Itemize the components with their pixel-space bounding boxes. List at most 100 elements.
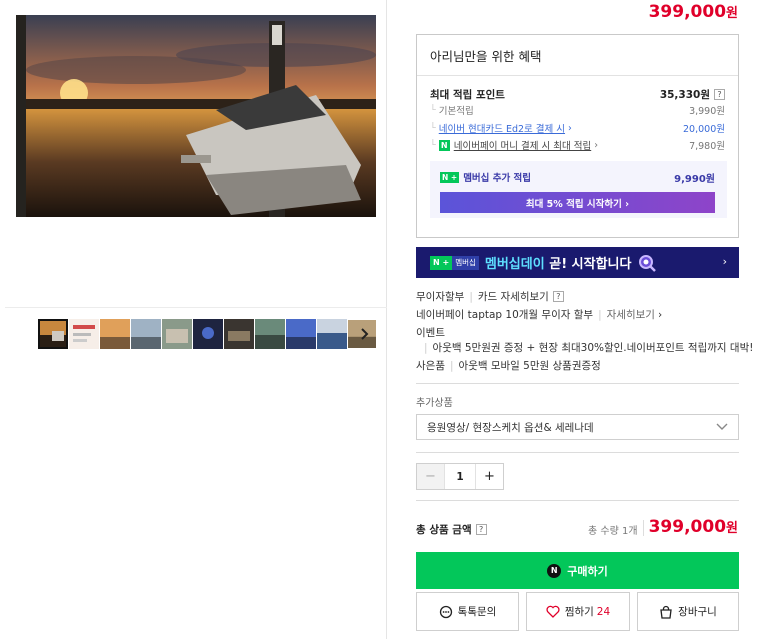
tree-branch-icon: └	[430, 104, 436, 116]
wishlist-label: 찜하기	[564, 606, 594, 618]
talk-inquiry-button[interactable]: 톡톡문의	[416, 592, 519, 631]
taptap-detail-link[interactable]: 자세히보기	[607, 307, 655, 322]
banner-text: 멤버십데이 곧! 시작합니다	[484, 257, 632, 272]
chevron-right-icon: ›	[722, 255, 727, 268]
shopping-bag-icon	[660, 605, 672, 619]
total-label-group: 총 상품 금액 ?	[416, 522, 487, 537]
tree-branch-icon: └	[430, 122, 436, 134]
gallery-divider	[5, 307, 387, 308]
thumbnail-2[interactable]	[69, 319, 99, 349]
membership-label-group: N + 멤버십 추가 적립	[440, 170, 531, 184]
chevron-right-icon: ›	[568, 122, 572, 134]
thumbnail-8[interactable]	[255, 319, 285, 349]
membership-start-button[interactable]: 최대 5% 적립 시작하기 ›	[440, 192, 715, 213]
naver-plus-icon: N +	[430, 255, 453, 270]
max-points-value: 35,330원	[659, 88, 710, 101]
separator: |	[424, 341, 428, 354]
product-price: 399,000원	[648, 2, 738, 22]
max-points-row: 최대 적립 포인트 35,330원 ?	[430, 87, 725, 101]
basic-points-row: └ 기본적립 3,990원	[430, 103, 725, 118]
addon-select[interactable]: 응원영상/ 현장스케치 옵션& 세레나데	[416, 414, 739, 440]
max-points-label: 최대 적립 포인트	[430, 88, 505, 101]
installment-label: 무이자할부	[416, 291, 465, 303]
section-divider	[416, 452, 739, 453]
separator: |	[449, 359, 454, 372]
membership-day-banner[interactable]: N + 멤버십 멤버십데이 곧! 시작합니다 ›	[416, 247, 739, 278]
separator: |	[598, 308, 602, 321]
thumbnail-strip	[38, 319, 376, 349]
wishlist-count: 24	[596, 605, 611, 618]
basic-points-value: 3,990원	[689, 106, 725, 117]
heart-icon	[546, 605, 560, 618]
event-text: 아웃백 5만원권 증정 + 현장 최대30%할인.네이버포인트 적립까지 대박!	[432, 342, 754, 354]
total-label: 총 상품 금액	[416, 524, 472, 536]
search-magnifier-icon	[639, 254, 657, 272]
membership-value: 9,990원	[674, 174, 715, 185]
event-label-row: 이벤트	[416, 325, 445, 340]
npay-points-link[interactable]: 네이버페이 머니 결제 시 최대 적립	[454, 138, 591, 152]
thumbnail-1[interactable]	[38, 319, 68, 349]
cart-button[interactable]: 장바구니	[637, 592, 739, 631]
thumbnail-4[interactable]	[131, 319, 161, 349]
benefit-box: 아리님만을 위한 혜택 최대 적립 포인트 35,330원 ? └ 기본적립 3…	[416, 34, 739, 238]
npay-points-value: 7,980원	[689, 141, 725, 152]
quantity-value[interactable]: 1	[444, 464, 476, 489]
chevron-right-icon: ›	[594, 139, 599, 151]
card-points-link[interactable]: 네이버 현대카드 Ed2로 결제 시	[439, 121, 565, 135]
basic-points-label: 기본적립	[438, 106, 474, 117]
gift-row: 사은품 | 아웃백 모바일 5만원 상품권증정	[416, 358, 601, 373]
npay-points-row: └ N 네이버페이 머니 결제 시 최대 적립 › 7,980원	[430, 138, 725, 152]
membership-label: 멤버십 추가 적립	[463, 173, 531, 184]
benefit-divider	[417, 75, 738, 76]
wishlist-button[interactable]: 찜하기 24	[526, 592, 630, 631]
gift-text: 아웃백 모바일 5만원 상품권증정	[458, 360, 601, 372]
taptap-label: 네이버페이 taptap 10개월 무이자 할부	[416, 309, 594, 321]
installment-help-icon[interactable]: ?	[552, 291, 564, 302]
chevron-down-icon	[716, 423, 728, 430]
benefit-title: 아리님만을 위한 혜택	[430, 49, 542, 64]
card-points-row: └ 네이버 현대카드 Ed2로 결제 시 › 20,000원	[430, 121, 725, 136]
npay-icon: N	[438, 139, 450, 151]
npay-icon: N	[547, 563, 562, 578]
quantity-stepper: − 1 +	[416, 463, 504, 490]
tree-branch-icon: └	[430, 139, 436, 151]
gift-label: 사은품	[416, 360, 445, 372]
chat-bubble-icon	[439, 605, 452, 618]
card-detail-link[interactable]: 카드 자세히보기	[478, 289, 549, 304]
thumbnail-6[interactable]	[193, 319, 223, 349]
taptap-row: 네이버페이 taptap 10개월 무이자 할부 | 자세히보기 ›	[416, 307, 662, 322]
event-label: 이벤트	[416, 327, 445, 339]
thumbnail-3[interactable]	[100, 319, 130, 349]
event-text-row: | 아웃백 5만원권 증정 + 현장 최대30%할인.네이버포인트 적립까지 대…	[424, 340, 753, 355]
membership-box: N + 멤버십 추가 적립 9,990원 최대 5% 적립 시작하기 ›	[430, 161, 727, 218]
section-divider	[416, 500, 739, 501]
buy-button-label: 구매하기	[567, 564, 608, 578]
total-help-icon[interactable]: ?	[475, 524, 487, 535]
total-count: 총 수량 1개	[588, 526, 638, 537]
yacht-sunset-image	[16, 15, 376, 217]
addon-selected-value: 응원영상/ 현장스케치 옵션& 세레나데	[427, 421, 594, 434]
quantity-decrease-button[interactable]: −	[417, 464, 444, 489]
thumbnail-7[interactable]	[224, 319, 254, 349]
main-product-photo[interactable]	[16, 15, 376, 217]
talk-inquiry-label: 톡톡문의	[457, 606, 497, 618]
product-gallery	[0, 0, 387, 639]
thumbnail-10[interactable]	[317, 319, 347, 349]
separator: |	[469, 290, 473, 303]
addon-label: 추가상품	[416, 398, 453, 409]
thumbnail-next-button[interactable]	[356, 322, 374, 346]
separator	[643, 520, 644, 536]
chevron-right-icon	[361, 328, 369, 340]
thumbnail-9[interactable]	[286, 319, 316, 349]
quantity-increase-button[interactable]: +	[476, 464, 503, 489]
buy-button[interactable]: N 구매하기	[416, 552, 739, 589]
total-price: 399,000원	[648, 517, 738, 537]
section-divider	[416, 383, 739, 384]
thumbnail-5[interactable]	[162, 319, 192, 349]
card-points-value: 20,000원	[683, 124, 725, 135]
cart-label: 장바구니	[678, 606, 717, 618]
max-points-help-icon[interactable]: ?	[714, 88, 725, 100]
chevron-right-icon: ›	[657, 308, 663, 321]
installment-row: 무이자할부 | 카드 자세히보기 ?	[416, 289, 564, 304]
membership-badge: 멤버십	[452, 255, 479, 270]
